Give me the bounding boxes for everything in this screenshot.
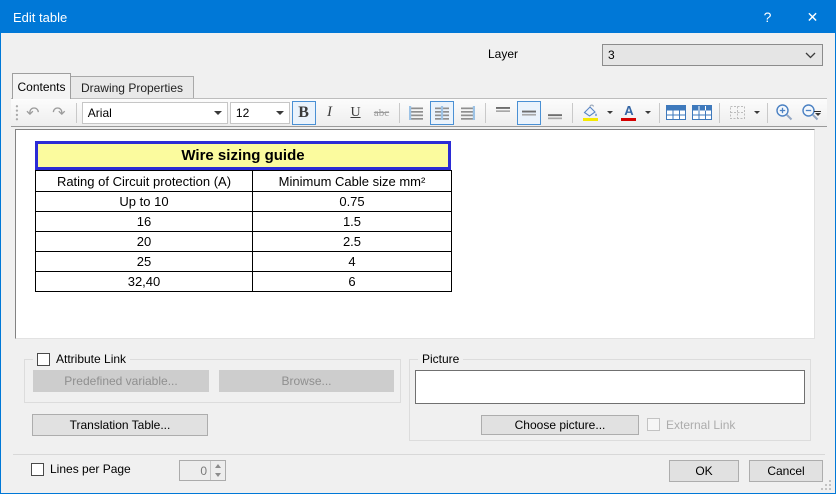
bold-button[interactable]: B — [292, 101, 316, 125]
zoom-in-icon[interactable] — [773, 101, 797, 125]
wire-sizing-table[interactable]: Rating of Circuit protection (A) Minimum… — [35, 170, 452, 292]
separator — [76, 103, 77, 123]
separator — [485, 103, 486, 123]
undo-icon[interactable]: ↶ — [21, 101, 45, 125]
table-edit-canvas[interactable]: Wire sizing guide Rating of Circuit prot… — [15, 129, 815, 339]
help-icon[interactable]: ? — [745, 1, 790, 33]
table-cell[interactable]: 32,40 — [36, 272, 253, 292]
table-row: 16 1.5 — [36, 212, 452, 232]
table-cell[interactable]: Up to 10 — [36, 192, 253, 212]
font-family-value: Arial — [83, 106, 212, 120]
align-right-icon[interactable] — [456, 101, 480, 125]
font-color-swatch — [621, 118, 636, 121]
window-title: Edit table — [1, 10, 745, 25]
picture-label: Picture — [422, 352, 459, 366]
font-color-letter: A — [624, 104, 633, 117]
cell-borders-icon[interactable] — [725, 101, 749, 125]
chevron-down-icon — [214, 111, 222, 115]
valign-bottom-icon[interactable] — [543, 101, 567, 125]
titlebar[interactable]: Edit table ? ✕ — [1, 1, 835, 33]
cell-borders-dropdown[interactable] — [751, 101, 762, 125]
chevron-down-icon — [607, 111, 613, 114]
separator — [719, 103, 720, 123]
column-header[interactable]: Rating of Circuit protection (A) — [36, 171, 253, 192]
layer-value: 3 — [603, 48, 805, 62]
table-cell[interactable]: 0.75 — [253, 192, 452, 212]
browse-button[interactable]: Browse... — [219, 370, 394, 392]
toolbar-overflow-icon[interactable] — [811, 102, 824, 124]
tab-contents[interactable]: Contents — [12, 73, 71, 99]
chevron-down-icon — [645, 111, 651, 114]
fill-color-dropdown[interactable] — [604, 101, 615, 125]
table-cell[interactable]: 16 — [36, 212, 253, 232]
translation-table-button[interactable]: Translation Table... — [32, 414, 208, 436]
chevron-down-icon — [805, 52, 816, 59]
layer-label: Layer — [488, 47, 518, 61]
font-size-select[interactable]: 12 — [230, 102, 290, 124]
chevron-down-icon — [754, 111, 760, 114]
table-cell[interactable]: 6 — [253, 272, 452, 292]
split-cells-icon[interactable] — [690, 101, 714, 125]
table-cell[interactable]: 2.5 — [253, 232, 452, 252]
tab-drawing-properties[interactable]: Drawing Properties — [71, 76, 194, 99]
valign-top-icon[interactable] — [491, 101, 515, 125]
spinner-down-icon[interactable] — [211, 471, 225, 481]
table-row: 20 2.5 — [36, 232, 452, 252]
picture-path-input[interactable] — [415, 370, 805, 404]
font-color-icon[interactable]: A — [617, 101, 641, 125]
column-header[interactable]: Minimum Cable size mm² — [253, 171, 452, 192]
merge-cells-icon[interactable] — [664, 101, 688, 125]
table-row: Up to 10 0.75 — [36, 192, 452, 212]
table-cell[interactable]: 1.5 — [253, 212, 452, 232]
table-cell[interactable]: 20 — [36, 232, 253, 252]
choose-picture-button[interactable]: Choose picture... — [481, 415, 639, 435]
external-link-checkbox[interactable] — [647, 418, 660, 431]
align-center-icon[interactable] — [430, 101, 454, 125]
strikethrough-button[interactable]: abc — [370, 101, 394, 125]
align-left-icon[interactable] — [404, 101, 428, 125]
lines-per-page-checkbox[interactable] — [31, 463, 44, 476]
table-row: 25 4 — [36, 252, 452, 272]
layer-dropdown[interactable]: 3 — [602, 44, 823, 66]
attribute-link-group: Attribute Link Predefined variable... Br… — [24, 359, 401, 403]
ok-button[interactable]: OK — [669, 460, 739, 482]
font-color-dropdown[interactable] — [643, 101, 654, 125]
footer-separator — [13, 454, 825, 455]
lines-per-page-label: Lines per Page — [50, 462, 131, 476]
separator — [399, 103, 400, 123]
lines-per-page-value: 0 — [180, 461, 210, 480]
table-title-cell[interactable]: Wire sizing guide — [35, 141, 451, 170]
separator — [767, 103, 768, 123]
separator — [572, 103, 573, 123]
table-header-row: Rating of Circuit protection (A) Minimum… — [36, 171, 452, 192]
predefined-variable-button[interactable]: Predefined variable... — [33, 370, 209, 392]
separator — [659, 103, 660, 123]
resize-grip[interactable] — [821, 480, 832, 491]
toolbar-grip[interactable] — [15, 104, 19, 122]
fill-color-icon[interactable] — [578, 101, 602, 125]
lines-per-page-spinner[interactable]: 0 — [179, 460, 226, 481]
font-family-select[interactable]: Arial — [82, 102, 228, 124]
table-row: 32,40 6 — [36, 272, 452, 292]
format-toolbar: ↶ ↷ Arial 12 B I U abc — [11, 98, 827, 127]
redo-icon[interactable]: ↷ — [47, 101, 71, 125]
table-cell[interactable]: 4 — [253, 252, 452, 272]
close-icon[interactable]: ✕ — [790, 1, 835, 33]
cancel-button[interactable]: Cancel — [749, 460, 823, 482]
font-size-value: 12 — [231, 106, 274, 120]
fill-color-swatch — [583, 118, 598, 121]
chevron-down-icon — [276, 111, 284, 115]
italic-button[interactable]: I — [318, 101, 342, 125]
valign-middle-icon[interactable] — [517, 101, 541, 125]
edit-table-dialog: Edit table ? ✕ Layer 3 Contents Drawing … — [0, 0, 836, 494]
spinner-up-icon[interactable] — [211, 461, 225, 471]
underline-button[interactable]: U — [344, 101, 368, 125]
attribute-link-label: Attribute Link — [56, 352, 126, 366]
external-link-label: External Link — [666, 418, 735, 432]
table-cell[interactable]: 25 — [36, 252, 253, 272]
attribute-link-checkbox[interactable] — [37, 353, 50, 366]
picture-group: Picture Choose picture... External Link — [409, 359, 811, 441]
